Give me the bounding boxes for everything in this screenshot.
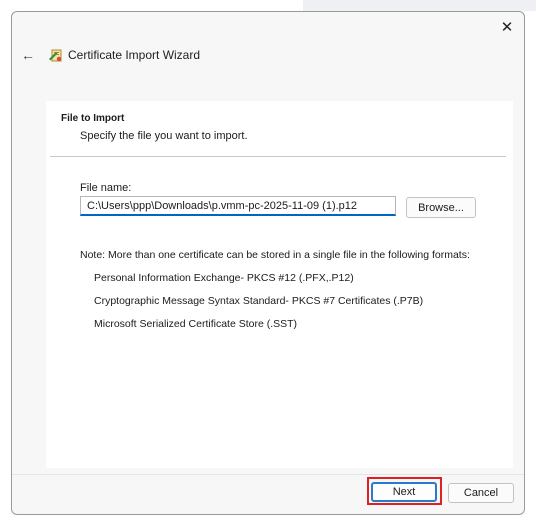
- back-arrow-icon[interactable]: ←: [18, 44, 38, 66]
- wizard-title: Certificate Import Wizard: [68, 48, 201, 62]
- cancel-button[interactable]: Cancel: [448, 483, 514, 503]
- browse-button[interactable]: Browse...: [406, 197, 476, 218]
- title-bar: ← Certificate Import Wizard: [12, 44, 524, 66]
- format-item: Personal Information Exchange- PKCS #12 …: [94, 272, 354, 284]
- format-item: Microsoft Serialized Certificate Store (…: [94, 318, 298, 330]
- close-icon[interactable]: ✕: [496, 16, 518, 38]
- page-subheading: Specify the file you want to import.: [80, 130, 248, 142]
- background-strip: [303, 0, 536, 11]
- file-name-label: File name:: [80, 182, 132, 194]
- page-heading: File to Import: [61, 113, 125, 124]
- certificate-import-dialog: ✕ ← Certificate Import Wizard File to Im…: [11, 11, 525, 515]
- file-name-input[interactable]: [80, 196, 396, 216]
- certificate-wizard-icon: [49, 49, 62, 62]
- wizard-content: File to Import Specify the file you want…: [46, 101, 513, 468]
- next-button[interactable]: Next: [371, 482, 437, 502]
- footer-divider: [12, 474, 524, 475]
- formats-note: Note: More than one certificate can be s…: [80, 249, 470, 261]
- divider: [50, 156, 506, 157]
- format-item: Cryptographic Message Syntax Standard- P…: [94, 295, 424, 307]
